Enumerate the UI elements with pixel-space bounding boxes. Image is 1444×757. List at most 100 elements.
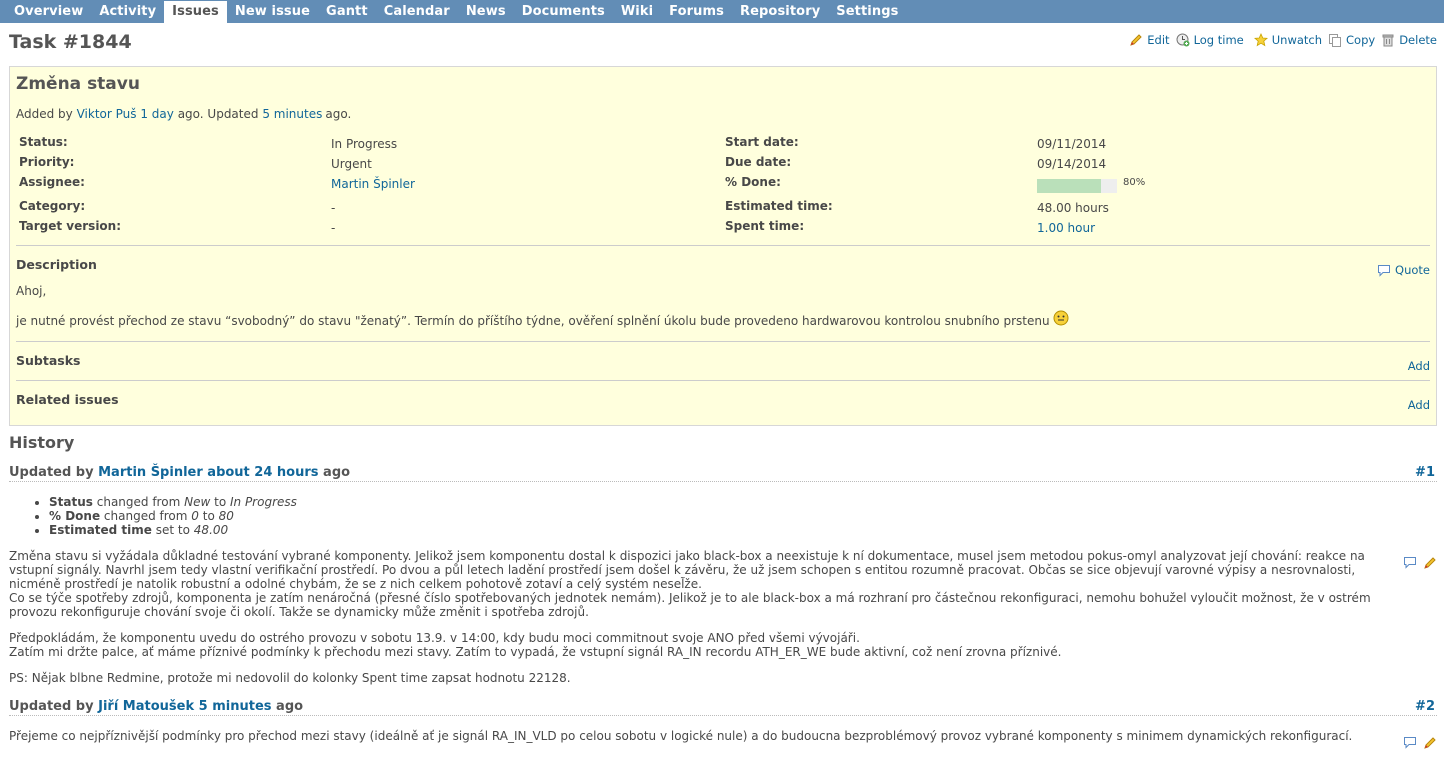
menu-gantt[interactable]: Gantt bbox=[318, 1, 376, 23]
journal-1-details: Status changed from New to In Progress %… bbox=[9, 495, 297, 537]
journal-1-time[interactable]: about 24 hours bbox=[207, 465, 318, 480]
detail-field: % Done bbox=[49, 509, 101, 523]
detail-field: Status bbox=[49, 495, 93, 509]
menu-forums[interactable]: Forums bbox=[661, 1, 732, 23]
added-ago-link[interactable]: 1 day bbox=[140, 107, 174, 121]
due-date-value: 09/14/2014 bbox=[1037, 157, 1107, 171]
journal-2-time[interactable]: 5 minutes bbox=[199, 699, 272, 714]
edit-note-icon[interactable] bbox=[1423, 556, 1437, 570]
subtasks-heading: Subtasks bbox=[16, 353, 81, 368]
updated-by-text: Updated by bbox=[9, 699, 94, 714]
edit-button[interactable]: Edit bbox=[1129, 33, 1170, 47]
menu-news[interactable]: News bbox=[458, 1, 514, 23]
log-time-label: Log time bbox=[1193, 33, 1244, 47]
detail-text: set to bbox=[155, 523, 190, 537]
detail-text: changed from bbox=[96, 495, 181, 509]
note-paragraph: PS: Nějak blbne Redmine, protože mi nedo… bbox=[9, 671, 571, 685]
detail-item: Status changed from New to In Progress bbox=[49, 495, 297, 509]
assignee-link[interactable]: Martin Špinler bbox=[331, 177, 415, 191]
detail-old: New bbox=[184, 495, 211, 509]
journal-2-notes: Přejeme co nejpříznivější podmínky pro p… bbox=[9, 729, 1429, 743]
ago-text: ago bbox=[276, 699, 304, 714]
done-percent: 80% bbox=[1123, 177, 1146, 188]
note-paragraph: Předpokládám, že komponentu uvedu do ost… bbox=[9, 631, 1409, 659]
add-related-link[interactable]: Add bbox=[1408, 398, 1430, 412]
updated-text: ago. Updated bbox=[177, 107, 259, 121]
history-heading: History bbox=[9, 433, 75, 452]
done-progress-bar bbox=[1037, 179, 1117, 193]
unwatch-label: Unwatch bbox=[1271, 33, 1323, 47]
menu-settings[interactable]: Settings bbox=[828, 1, 906, 23]
divider bbox=[16, 380, 1430, 381]
menu-calendar[interactable]: Calendar bbox=[376, 1, 458, 23]
menu-issues[interactable]: Issues bbox=[164, 1, 227, 23]
note-text: Co se týče spotřeby zdrojů, komponenta j… bbox=[9, 591, 1371, 619]
quote-comment-icon[interactable] bbox=[1403, 736, 1417, 749]
quote-button[interactable]: Quote bbox=[1377, 263, 1430, 277]
updated-by-text: Updated by bbox=[9, 465, 94, 480]
comment-icon bbox=[1378, 264, 1391, 277]
spent-time-label: Spent time: bbox=[725, 219, 805, 233]
start-date-value: 09/11/2014 bbox=[1037, 137, 1107, 151]
done-progress-fill bbox=[1037, 179, 1101, 193]
description-heading: Description bbox=[16, 257, 97, 272]
note-text: Zatím mi držte palce, ať máme příznivé p… bbox=[9, 645, 1062, 659]
menu-documents[interactable]: Documents bbox=[514, 1, 613, 23]
edit-note-icon[interactable] bbox=[1423, 736, 1437, 750]
page-title: Task #1844 bbox=[9, 31, 132, 53]
divider bbox=[16, 341, 1430, 342]
detail-item: Estimated time set to 48.00 bbox=[49, 523, 297, 537]
detail-field: Estimated time bbox=[49, 523, 152, 537]
detail-new: In Progress bbox=[229, 495, 297, 509]
unwatch-button[interactable]: Unwatch bbox=[1253, 33, 1323, 47]
description-line-2: je nutné provést přechod ze stavu “svobo… bbox=[16, 314, 1050, 328]
add-subtask-link[interactable]: Add bbox=[1408, 359, 1430, 373]
done-label: % Done: bbox=[725, 175, 781, 189]
issue-author-line: Added by Viktor Puš 1 day ago. Updated 5… bbox=[16, 107, 351, 121]
issue-subject: Změna stavu bbox=[16, 74, 140, 94]
journal-2-actions bbox=[1403, 736, 1437, 750]
issue-actions: Edit Log time Unwatch Copy Delete bbox=[1123, 33, 1437, 47]
log-time-button[interactable]: Log time bbox=[1176, 33, 1244, 47]
journal-1-author[interactable]: Martin Špinler bbox=[98, 465, 203, 480]
start-date-label: Start date: bbox=[725, 135, 799, 149]
added-by-text: Added by bbox=[16, 107, 73, 121]
detail-text: to bbox=[214, 495, 227, 509]
divider bbox=[16, 245, 1430, 246]
detail-item: % Done changed from 0 to 80 bbox=[49, 509, 297, 523]
category-label: Category: bbox=[19, 199, 86, 213]
journal-2-number[interactable]: #2 bbox=[1415, 699, 1435, 714]
copy-button[interactable]: Copy bbox=[1328, 33, 1375, 47]
edit-label: Edit bbox=[1147, 33, 1170, 47]
estimated-time-label: Estimated time: bbox=[725, 199, 833, 213]
updated-ago-link[interactable]: 5 minutes bbox=[262, 107, 322, 121]
target-version-value: - bbox=[331, 221, 336, 235]
copy-icon bbox=[1329, 34, 1342, 47]
delete-button[interactable]: Delete bbox=[1381, 33, 1437, 47]
menu-overview[interactable]: Overview bbox=[6, 1, 91, 23]
spent-time-link[interactable]: 1.00 hour bbox=[1037, 221, 1095, 235]
author-link[interactable]: Viktor Puš bbox=[77, 107, 137, 121]
delete-label: Delete bbox=[1399, 33, 1437, 47]
journal-1-number[interactable]: #1 bbox=[1415, 465, 1435, 480]
journal-1-header: Updated by Martin Špinler about 24 hours… bbox=[9, 465, 1437, 482]
ago-text: ago bbox=[323, 465, 351, 480]
status-value: In Progress bbox=[331, 137, 398, 151]
note-text: Změna stavu si vyžádala důkladné testová… bbox=[9, 549, 1365, 591]
star-icon bbox=[1253, 33, 1268, 47]
menu-new-issue[interactable]: New issue bbox=[227, 1, 318, 23]
copy-label: Copy bbox=[1346, 33, 1376, 47]
category-value: - bbox=[331, 201, 336, 215]
detail-new: 48.00 bbox=[193, 523, 229, 537]
pencil-icon bbox=[1130, 34, 1142, 46]
assignee-label: Assignee: bbox=[19, 175, 85, 189]
menu-activity[interactable]: Activity bbox=[91, 1, 164, 23]
journal-1-notes: Změna stavu si vyžádala důkladné testová… bbox=[9, 549, 1409, 685]
menu-wiki[interactable]: Wiki bbox=[613, 1, 661, 23]
menu-repository[interactable]: Repository bbox=[732, 1, 828, 23]
journal-2-author[interactable]: Jiří Matoušek bbox=[98, 699, 194, 714]
estimated-time-value: 48.00 hours bbox=[1037, 201, 1109, 215]
priority-label: Priority: bbox=[19, 155, 75, 169]
journal-2-header: Updated by Jiří Matoušek 5 minutes ago #… bbox=[9, 699, 1437, 716]
related-issues-heading: Related issues bbox=[16, 392, 119, 407]
